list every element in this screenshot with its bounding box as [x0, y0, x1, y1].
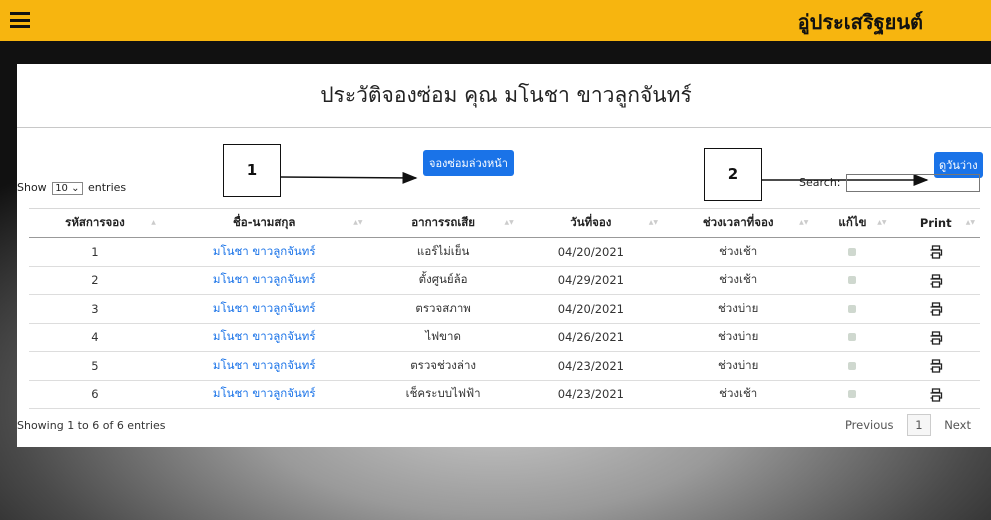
- column-header-booking-id[interactable]: รหัสการจอง ▲: [29, 208, 161, 238]
- edit-icon[interactable]: [848, 247, 857, 256]
- table-row: 4 มโนชา ขาวลูกจันทร์ ไฟขาด 04/26/2021 ช่วงบ่…: [29, 323, 980, 352]
- sort-icon: ▲▼: [353, 219, 363, 226]
- table-row: 1 มโนชา ขาวลูกจันทร์ แอร์ไม่เย็น 04/20/2021…: [29, 237, 980, 267]
- column-header-print[interactable]: Print ▲▼: [891, 208, 980, 238]
- sort-icon: ▲▼: [799, 219, 809, 226]
- printer-icon[interactable]: [929, 330, 943, 345]
- printer-icon[interactable]: [929, 359, 943, 373]
- cell-time-slot: ช่วงบ่าย: [663, 294, 814, 324]
- next-page-button[interactable]: Next: [938, 414, 977, 436]
- booking-history-card: ประวัติจองซ่อม คุณ มโนชา ขาวลูกจันทร์ จอ…: [17, 64, 991, 447]
- printer-icon[interactable]: [929, 245, 943, 259]
- cell-date: 04/23/2021: [518, 380, 663, 409]
- cell-time-slot: ช่วงเช้า: [663, 380, 814, 409]
- print-cell: [891, 351, 980, 381]
- cell-name[interactable]: มโนชา ขาวลูกจันทร์: [160, 266, 368, 295]
- cell-problem: ตั้งศูนย์ล้อ: [367, 266, 519, 295]
- top-bar: อู่ประเสริฐยนต์: [0, 0, 991, 41]
- cell-name[interactable]: มโนชา ขาวลูกจันทร์: [160, 294, 368, 324]
- sort-icon: ▲: [151, 219, 156, 226]
- search-control: Search:: [799, 174, 980, 192]
- cell-time-slot: ช่วงบ่าย: [663, 323, 814, 352]
- print-cell: [891, 266, 980, 295]
- cell-booking-id: 1: [29, 237, 161, 267]
- sort-icon: ▲▼: [877, 219, 887, 226]
- current-page-button[interactable]: 1: [907, 414, 931, 436]
- cell-problem: เช็คระบบไฟฟ้า: [367, 380, 519, 409]
- cell-time-slot: ช่วงเช้า: [663, 237, 814, 267]
- cell-booking-id: 2: [29, 266, 161, 295]
- search-label: Search:: [799, 176, 841, 189]
- cell-booking-id: 5: [29, 351, 161, 381]
- edit-icon[interactable]: [848, 333, 857, 342]
- edit-icon[interactable]: [848, 304, 857, 313]
- length-show-label: Show: [17, 181, 47, 194]
- printer-icon[interactable]: [929, 273, 943, 288]
- hamburger-menu-icon[interactable]: [10, 12, 30, 28]
- edit-cell: [813, 323, 892, 352]
- table-row: 6 มโนชา ขาวลูกจันทร์ เช็คระบบไฟฟ้า 04/23/20…: [29, 380, 980, 409]
- cell-date: 04/29/2021: [518, 266, 663, 295]
- sort-icon: ▲▼: [504, 219, 514, 226]
- cell-booking-id: 4: [29, 323, 161, 352]
- print-cell: [891, 294, 980, 324]
- printer-icon[interactable]: [929, 387, 943, 402]
- cell-problem: ไฟขาด: [367, 323, 519, 352]
- table-info: Showing 1 to 6 of 6 entries: [17, 419, 166, 432]
- cell-problem: ตรวจสภาพ: [367, 294, 519, 324]
- cell-date: 04/20/2021: [518, 237, 663, 267]
- sort-icon: ▲▼: [965, 219, 975, 226]
- brand-title: อู่ประเสริฐยนต์: [797, 10, 923, 34]
- edit-cell: [813, 380, 892, 409]
- column-header-date[interactable]: วันที่จอง ▲▼: [518, 208, 663, 238]
- arrow-1: [279, 171, 418, 184]
- table-row: 3 มโนชา ขาวลูกจันทร์ ตรวจสภาพ 04/20/2021 ช่ว…: [29, 294, 980, 324]
- edit-cell: [813, 294, 892, 324]
- cell-name[interactable]: มโนชา ขาวลูกจันทร์: [160, 380, 368, 409]
- print-cell: [891, 323, 980, 352]
- edit-icon[interactable]: [848, 390, 857, 399]
- table-header-row: รหัสการจอง ▲ ชื่อ-นามสกุล ▲▼ อาการรถเสีย ▲▼…: [29, 208, 980, 238]
- entries-select[interactable]: 10 ⌄: [52, 182, 83, 195]
- edit-cell: [813, 266, 892, 295]
- print-cell: [891, 380, 980, 409]
- column-header-edit[interactable]: แก้ไข ▲▼: [813, 208, 892, 238]
- column-header-time-slot[interactable]: ช่วงเวลาที่จอง ▲▼: [663, 208, 814, 238]
- cell-date: 04/26/2021: [518, 323, 663, 352]
- pagination: Previous 1 Next: [839, 414, 977, 436]
- cell-problem: แอร์ไม่เย็น: [367, 237, 519, 267]
- column-header-problem[interactable]: อาการรถเสีย ▲▼: [367, 208, 519, 238]
- cell-date: 04/23/2021: [518, 351, 663, 381]
- edit-icon[interactable]: [848, 361, 857, 370]
- edit-cell: [813, 237, 892, 267]
- cell-name[interactable]: มโนชา ขาวลูกจันทร์: [160, 351, 368, 381]
- cell-time-slot: ช่วงเช้า: [663, 266, 814, 295]
- table-row: 5 มโนชา ขาวลูกจันทร์ ตรวจช่วงล่าง 04/23/202…: [29, 351, 980, 381]
- entries-length-control: Show 10 ⌄ entries: [17, 181, 126, 195]
- cell-booking-id: 3: [29, 294, 161, 324]
- print-cell: [891, 237, 980, 267]
- cell-name[interactable]: มโนชา ขาวลูกจันทร์: [160, 323, 368, 352]
- booking-table: รหัสการจอง ▲ ชื่อ-นามสกุล ▲▼ อาการรถเสีย ▲▼…: [29, 208, 980, 409]
- column-header-name[interactable]: ชื่อ-นามสกุล ▲▼: [160, 208, 368, 238]
- chevron-down-icon: ⌄: [71, 183, 80, 194]
- table-row: 2 มโนชา ขาวลูกจันทร์ ตั้งศูนย์ล้อ 04/29/202…: [29, 266, 980, 295]
- sort-icon: ▲▼: [648, 219, 658, 226]
- cell-date: 04/20/2021: [518, 294, 663, 324]
- printer-icon[interactable]: [929, 302, 943, 316]
- edit-cell: [813, 351, 892, 381]
- cell-time-slot: ช่วงบ่าย: [663, 351, 814, 381]
- cell-problem: ตรวจช่วงล่าง: [367, 351, 519, 381]
- cell-name[interactable]: มโนชา ขาวลูกจันทร์: [160, 237, 368, 267]
- cell-booking-id: 6: [29, 380, 161, 409]
- length-entries-label: entries: [88, 181, 127, 194]
- edit-icon[interactable]: [848, 276, 857, 285]
- entries-select-value: 10: [55, 183, 68, 194]
- search-input[interactable]: [846, 174, 980, 192]
- previous-page-button[interactable]: Previous: [839, 414, 900, 436]
